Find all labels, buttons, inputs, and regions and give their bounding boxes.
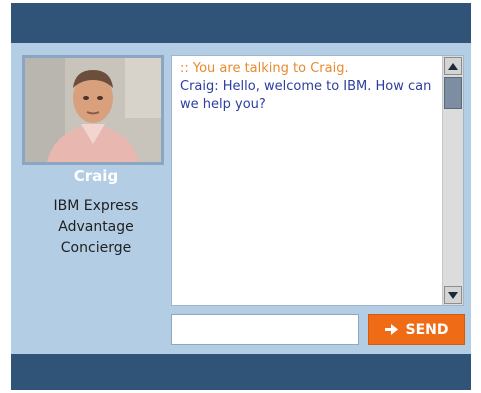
send-button[interactable]: SEND [368,314,465,345]
scroll-up-button[interactable] [444,57,462,75]
system-message: :: You are talking to Craig. [180,61,349,76]
scroll-down-button[interactable] [444,286,462,304]
agent-title-line: Concierge [60,240,132,256]
agent-message: Craig: Hello, welcome to IBM. How can we… [180,79,432,112]
chat-scrollbar[interactable] [442,56,463,305]
arrow-down-icon [448,291,458,299]
arrow-up-icon [448,62,458,70]
message-input[interactable] [171,314,359,345]
agent-photo [22,55,164,165]
agent-name: Craig [73,167,119,185]
agent-title-line: Advantage [58,219,134,235]
agent-title: IBM Express Advantage Concierge [11,196,181,259]
send-label: SEND [405,321,449,338]
chat-messages: :: You are talking to Craig. Craig: Hell… [180,60,438,114]
scroll-thumb[interactable] [444,77,462,109]
chat-widget: Craig IBM Express Advantage Concierge ::… [11,3,471,390]
arrow-right-icon [384,324,398,335]
chat-transcript[interactable]: :: You are talking to Craig. Craig: Hell… [171,55,464,306]
footer-bar [11,354,471,390]
agent-title-line: IBM Express [53,198,139,214]
header-bar [11,3,471,43]
